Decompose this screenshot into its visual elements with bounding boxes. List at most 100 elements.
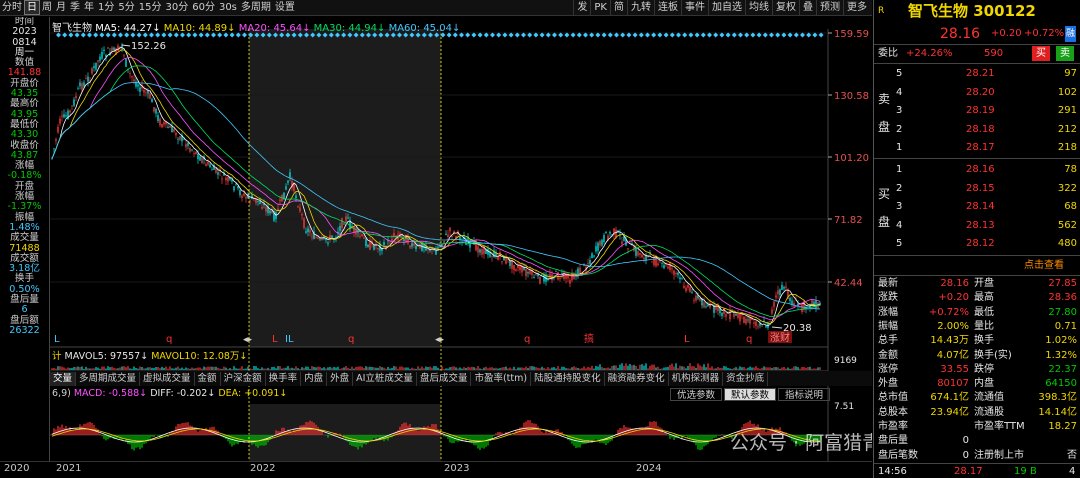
- quote-header: R 智飞生物 300122: [874, 2, 1080, 20]
- indicator-tab-1[interactable]: 多周期成交量: [76, 372, 141, 386]
- stat-value: 否: [1067, 449, 1077, 461]
- chart-tools: 发 PK 简九转 连板 事件 加自选 均线 复权叠预测 更多: [573, 0, 870, 16]
- volume-bar: [111, 366, 113, 370]
- indicator-tab-5[interactable]: 换手率: [266, 372, 302, 386]
- indicator-tab-3[interactable]: 金额: [195, 372, 221, 386]
- macd-option-2[interactable]: 指标说明: [778, 388, 831, 401]
- volume-bar: [607, 367, 609, 370]
- period-tab-10[interactable]: 60分: [190, 0, 217, 15]
- level-price: 28.21: [966, 68, 995, 79]
- buys-level[interactable]: 2 28.15 322: [874, 181, 1080, 196]
- buys-level[interactable]: 4 28.13 562: [874, 218, 1080, 233]
- period-tab-5[interactable]: 年: [82, 0, 96, 15]
- period-tab-2[interactable]: 周: [40, 0, 54, 15]
- period-tab-7[interactable]: 5分: [116, 0, 136, 15]
- period-tab-11[interactable]: 30s: [217, 0, 239, 15]
- sells-level[interactable]: 1 28.17 218: [874, 140, 1080, 155]
- volume-bar: [277, 366, 279, 370]
- tool-button-6[interactable]: 加自选: [708, 0, 745, 15]
- candle-body: [193, 153, 195, 155]
- stat-label: 市盈率: [878, 421, 908, 432]
- tool-button-0[interactable]: 发: [573, 0, 590, 15]
- buy-button[interactable]: 买: [1032, 46, 1050, 61]
- buys-level[interactable]: 5 28.12 480: [874, 236, 1080, 251]
- indicator-tab-4[interactable]: 沪深金额: [221, 372, 266, 386]
- tool-button-5[interactable]: 事件: [681, 0, 708, 15]
- macd-option-1[interactable]: 默认参数: [724, 388, 777, 401]
- candle-body: [167, 126, 169, 128]
- indicator-tab-11[interactable]: 陆股通持股变化: [531, 372, 605, 386]
- candle-body: [529, 270, 531, 275]
- volume-bar: [321, 368, 323, 370]
- indicator-tab-13[interactable]: 机构探测器: [669, 372, 724, 386]
- volume-bar: [357, 366, 359, 370]
- volume-bar: [653, 364, 655, 370]
- indicator-tab-8[interactable]: AI立桩成交量: [353, 372, 417, 386]
- volume-bar: [641, 364, 643, 370]
- period-tab-1[interactable]: 日: [24, 0, 40, 15]
- volume-bar: [485, 366, 487, 370]
- indicator-tab-12[interactable]: 融资融券变化: [605, 372, 669, 386]
- candle-body: [173, 129, 175, 132]
- volume-bar: [247, 366, 249, 370]
- candle-body: [191, 149, 193, 151]
- tool-button-1[interactable]: PK: [590, 0, 610, 15]
- tool-button-11[interactable]: 更多: [843, 0, 870, 15]
- indicator-tab-14[interactable]: 资金抄底: [723, 372, 769, 386]
- volume-bar: [83, 368, 85, 370]
- sells-level[interactable]: 2 28.18 212: [874, 122, 1080, 137]
- volume-bar: [379, 366, 381, 370]
- tool-button-4[interactable]: 连板: [654, 0, 681, 15]
- sells-level[interactable]: 4 28.20 102: [874, 85, 1080, 100]
- indicator-tab-9[interactable]: 盘后成交量: [417, 372, 472, 386]
- period-tab-4[interactable]: 季: [68, 0, 82, 15]
- period-tab-0[interactable]: 分时: [0, 0, 24, 15]
- volume-bar: [587, 366, 589, 370]
- tool-button-10[interactable]: 预测: [816, 0, 843, 15]
- candle-body: [415, 246, 417, 250]
- period-tab-8[interactable]: 15分: [137, 0, 164, 15]
- volume-bar: [185, 367, 187, 370]
- period-tab-6[interactable]: 1分: [96, 0, 116, 15]
- volume-bar: [369, 366, 371, 370]
- sells-level[interactable]: 5 28.21 97: [874, 66, 1080, 81]
- indicator-tab-10[interactable]: 市盈率(ttm): [471, 372, 532, 386]
- high-price-label: 152.26: [131, 41, 166, 52]
- candle-body: [501, 261, 503, 263]
- buys-level[interactable]: 1 28.16 78: [874, 162, 1080, 177]
- buys-level[interactable]: 3 28.14 68: [874, 199, 1080, 214]
- tool-button-3[interactable]: 九转: [627, 0, 654, 15]
- macd-option-0[interactable]: 优选参数: [670, 388, 723, 401]
- stat-label: 量比: [974, 320, 994, 332]
- period-tab-3[interactable]: 月: [54, 0, 68, 15]
- volume-bar: [187, 368, 189, 370]
- volume-bar: [819, 367, 821, 370]
- period-tab-12[interactable]: 多周期: [239, 0, 273, 15]
- stat-value: 27.80: [1048, 306, 1077, 318]
- volume-bar: [385, 368, 387, 370]
- sells-level[interactable]: 3 28.19 291: [874, 103, 1080, 118]
- candle-body: [117, 45, 119, 51]
- indicator-tab-7[interactable]: 外盘: [327, 372, 354, 386]
- volume-bar: [501, 367, 503, 370]
- volume-bar: [469, 367, 471, 370]
- stat-value: 80107: [937, 378, 969, 390]
- wb-label: 委比: [878, 48, 898, 59]
- indicator-tab-2[interactable]: 虚拟成交量: [140, 372, 195, 386]
- volume-bar: [451, 366, 453, 370]
- tool-button-9[interactable]: 叠: [799, 0, 816, 15]
- volume-bar: [435, 366, 437, 370]
- tool-button-8[interactable]: 复权: [772, 0, 799, 15]
- candle-body: [593, 255, 595, 257]
- period-tab-13[interactable]: 设置: [273, 0, 297, 15]
- last-price: 28.16: [940, 26, 981, 42]
- period-tab-9[interactable]: 30分: [163, 0, 190, 15]
- indicator-tab-0[interactable]: 交量: [50, 372, 77, 386]
- candle-body: [185, 144, 187, 148]
- detail-link[interactable]: 点击查看: [1024, 258, 1064, 273]
- indicator-tab-6[interactable]: 内盘: [301, 372, 328, 386]
- tool-button-2[interactable]: 简: [610, 0, 627, 15]
- sell-button[interactable]: 卖: [1056, 46, 1074, 61]
- candle-body: [737, 313, 739, 318]
- tool-button-7[interactable]: 均线: [745, 0, 772, 15]
